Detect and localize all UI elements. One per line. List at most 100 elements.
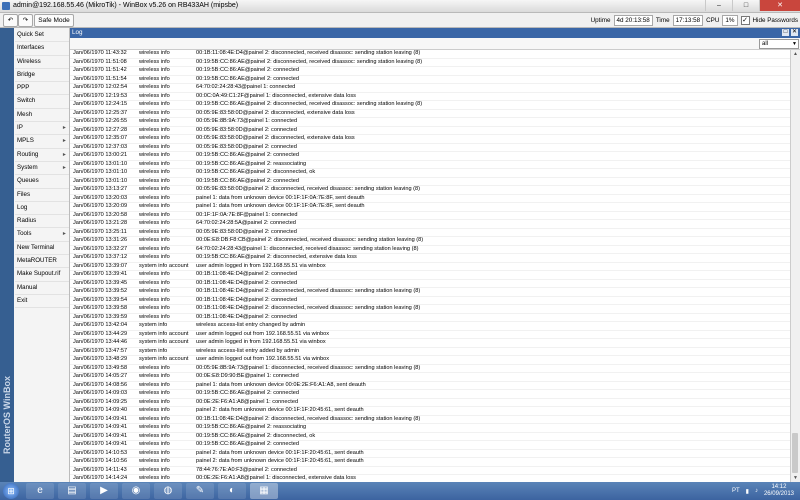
- safe-mode-button[interactable]: Safe Mode: [34, 14, 74, 27]
- sidebar-item-routing[interactable]: Routing ▸: [15, 149, 69, 162]
- sidebar-item-mesh[interactable]: Mesh: [15, 109, 69, 123]
- table-row[interactable]: Jan/06/1970 14:09:41 wireless info 00:19:5…: [70, 441, 791, 450]
- table-row[interactable]: Jan/06/1970 13:39:59 wireless info 00:1B:1…: [70, 314, 791, 322]
- chrome-icon[interactable]: ◍: [154, 483, 182, 499]
- table-row[interactable]: Jan/06/1970 11:51:42 wireless info 00:19:5…: [70, 67, 791, 76]
- sidebar-item-new-terminal[interactable]: New Terminal: [15, 242, 69, 256]
- sidebar-item-log[interactable]: Log: [15, 202, 69, 216]
- folder-icon[interactable]: ▤: [58, 483, 86, 499]
- sidebar-item-queues[interactable]: Queues: [15, 175, 69, 189]
- network-icon[interactable]: ▮: [746, 488, 749, 495]
- table-row[interactable]: Jan/06/1970 13:25:11 wireless info 00:05:9…: [70, 229, 791, 237]
- table-row[interactable]: Jan/06/1970 13:39:54 wireless info 00:1B:1…: [70, 297, 791, 305]
- volume-icon[interactable]: ♪: [755, 488, 758, 494]
- internet-explorer-icon[interactable]: e: [26, 483, 54, 499]
- firefox-icon[interactable]: ◉: [122, 483, 150, 499]
- table-row[interactable]: Jan/06/1970 13:37:12 wireless info 00:19:5…: [70, 254, 791, 263]
- sidebar-item-make-supout-rif[interactable]: Make Supout.rif: [15, 268, 69, 282]
- sidebar-item-tools[interactable]: Tools ▸: [15, 228, 69, 242]
- sidebar-item-ip[interactable]: IP ▸: [15, 122, 69, 136]
- table-row[interactable]: Jan/06/1970 13:01:10 wireless info 00:19:5…: [70, 178, 791, 186]
- undo-button[interactable]: ↶: [3, 14, 18, 27]
- table-row[interactable]: Jan/06/1970 14:09:41 wireless info 00:1B:1…: [70, 416, 791, 424]
- table-row[interactable]: Jan/06/1970 14:14:24 wireless info 00:0E:2…: [70, 475, 791, 482]
- table-row[interactable]: Jan/06/1970 12:26:55 wireless info 00:05:9…: [70, 118, 791, 127]
- table-row[interactable]: Jan/06/1970 13:32:27 wireless info 64:70:0…: [70, 246, 791, 254]
- log-maximize-button[interactable]: □: [782, 29, 789, 36]
- language-indicator[interactable]: PT: [732, 488, 740, 494]
- scroll-thumb[interactable]: [792, 433, 798, 473]
- redo-button[interactable]: ↷: [18, 14, 33, 27]
- table-row[interactable]: Jan/06/1970 14:09:25 wireless info 00:0E:2…: [70, 399, 791, 407]
- table-row[interactable]: Jan/06/1970 14:09:03 wireless info 00:19:5…: [70, 390, 791, 399]
- clock[interactable]: 14:12 26/09/2013: [764, 484, 794, 498]
- winbox-icon[interactable]: ▦: [250, 483, 278, 499]
- scroll-up-icon[interactable]: ▲: [791, 50, 800, 58]
- table-row[interactable]: Jan/06/1970 13:31:26 wireless info 00:0E:E…: [70, 237, 791, 246]
- table-row[interactable]: Jan/06/1970 14:11:43 wireless info 78:44:7…: [70, 467, 791, 475]
- sidebar-item-system[interactable]: System ▸: [15, 162, 69, 176]
- table-row[interactable]: Jan/06/1970 11:51:54 wireless info 00:19:5…: [70, 76, 791, 84]
- minimize-button[interactable]: –: [705, 0, 732, 11]
- table-row[interactable]: Jan/06/1970 13:21:28 wireless info 64:70:0…: [70, 220, 791, 229]
- media-player-icon[interactable]: ▶: [90, 483, 118, 499]
- start-button[interactable]: ⊞: [3, 483, 19, 499]
- sidebar-item-metarouter[interactable]: MetaROUTER: [15, 255, 69, 269]
- table-row[interactable]: Jan/06/1970 13:39:45 wireless info 00:1B:1…: [70, 280, 791, 288]
- hide-passwords-checkbox[interactable]: ✓: [740, 16, 750, 25]
- table-row[interactable]: Jan/06/1970 13:44:46 system info account u…: [70, 339, 791, 348]
- table-row[interactable]: Jan/06/1970 13:20:09 wireless info painel …: [70, 203, 791, 212]
- table-row[interactable]: Jan/06/1970 12:35:07 wireless info 00:05:9…: [70, 135, 791, 144]
- table-row[interactable]: Jan/06/1970 12:25:37 wireless info 00:05:9…: [70, 110, 791, 118]
- paint-icon[interactable]: ✎: [186, 483, 214, 499]
- table-row[interactable]: Jan/06/1970 14:05:27 wireless info 00:0E:E…: [70, 373, 791, 382]
- table-row[interactable]: Jan/06/1970 12:24:15 wireless info 00:19:5…: [70, 101, 791, 110]
- table-row[interactable]: Jan/06/1970 13:39:07 system info account u…: [70, 263, 791, 271]
- sidebar-item-manual[interactable]: Manual: [15, 282, 69, 295]
- table-row[interactable]: Jan/06/1970 14:08:56 wireless info painel …: [70, 382, 791, 390]
- table-row[interactable]: Jan/06/1970 14:10:53 wireless info painel …: [70, 450, 791, 458]
- table-row[interactable]: Jan/06/1970 13:00:21 wireless info 00:19:5…: [70, 152, 791, 161]
- sidebar-item-files[interactable]: Files: [15, 189, 69, 202]
- table-row[interactable]: Jan/06/1970 13:39:52 wireless info 00:1B:1…: [70, 288, 791, 297]
- table-row[interactable]: Jan/06/1970 12:27:28 wireless info 00:05:9…: [70, 127, 791, 135]
- sidebar-item-interfaces[interactable]: Interfaces: [15, 42, 69, 56]
- sidebar-item-bridge[interactable]: Bridge: [15, 69, 69, 83]
- table-row[interactable]: Jan/06/1970 13:39:41 wireless info 00:1B:1…: [70, 271, 791, 280]
- sidebar-item-wireless[interactable]: Wireless: [15, 56, 69, 69]
- log-close-button[interactable]: ✕: [791, 29, 798, 36]
- sidebar-item-switch[interactable]: Switch: [15, 95, 69, 109]
- table-row[interactable]: Jan/06/1970 13:01:10 wireless info 00:19:5…: [70, 161, 791, 169]
- table-row[interactable]: Jan/06/1970 13:01:10 wireless info 00:19:5…: [70, 169, 791, 178]
- table-row[interactable]: Jan/06/1970 12:37:03 wireless info 00:05:9…: [70, 144, 791, 152]
- sidebar-item-radius[interactable]: Radius: [15, 215, 69, 229]
- table-row[interactable]: Jan/06/1970 11:43:32 wireless info 00:1B:1…: [70, 50, 791, 59]
- table-row[interactable]: Jan/06/1970 13:47:57 system info wireless …: [70, 348, 791, 356]
- table-row[interactable]: Jan/06/1970 13:13:27 wireless info 00:05:9…: [70, 186, 791, 195]
- thunderbird-icon[interactable]: ◐: [218, 483, 246, 499]
- table-row[interactable]: Jan/06/1970 13:48:29 system info account u…: [70, 356, 791, 365]
- table-row[interactable]: Jan/06/1970 14:10:56 wireless info painel …: [70, 458, 791, 467]
- table-row[interactable]: Jan/06/1970 13:42:04 system info wireless …: [70, 322, 791, 331]
- table-row[interactable]: Jan/06/1970 13:49:58 wireless info 00:05:9…: [70, 365, 791, 373]
- sidebar-item-ppp[interactable]: PPP: [15, 82, 69, 96]
- table-row[interactable]: Jan/06/1970 13:44:29 system info account u…: [70, 331, 791, 339]
- sidebar-item-exit[interactable]: Exit: [15, 295, 69, 309]
- sidebar-item-mpls[interactable]: MPLS ▸: [15, 135, 69, 149]
- table-row[interactable]: Jan/06/1970 14:09:41 wireless info 00:19:5…: [70, 424, 791, 433]
- table-row[interactable]: Jan/06/1970 14:09:41 wireless info 00:19:5…: [70, 433, 791, 441]
- log-scrollbar[interactable]: ▲ ▼: [790, 50, 800, 482]
- table-row[interactable]: Jan/06/1970 12:19:53 wireless info 00:0C:0…: [70, 93, 791, 101]
- table-row[interactable]: Jan/06/1970 11:51:08 wireless info 00:19:5…: [70, 59, 791, 67]
- table-row[interactable]: Jan/06/1970 12:02:54 wireless info 64:70:0…: [70, 84, 791, 93]
- close-button[interactable]: ✕: [759, 0, 800, 11]
- scroll-down-icon[interactable]: ▼: [791, 474, 800, 482]
- log-topics: wireless info: [139, 101, 170, 107]
- table-row[interactable]: Jan/06/1970 13:39:58 wireless info 00:1B:1…: [70, 305, 791, 314]
- table-row[interactable]: Jan/06/1970 13:20:58 wireless info 00:1F:1…: [70, 212, 791, 220]
- table-row[interactable]: Jan/06/1970 13:20:03 wireless info painel …: [70, 195, 791, 203]
- sidebar-item-quick-set[interactable]: Quick Set: [15, 29, 69, 43]
- log-filter-select[interactable]: all ▼: [759, 39, 799, 49]
- table-row[interactable]: Jan/06/1970 14:09:40 wireless info painel …: [70, 407, 791, 416]
- maximize-button[interactable]: □: [732, 0, 759, 11]
